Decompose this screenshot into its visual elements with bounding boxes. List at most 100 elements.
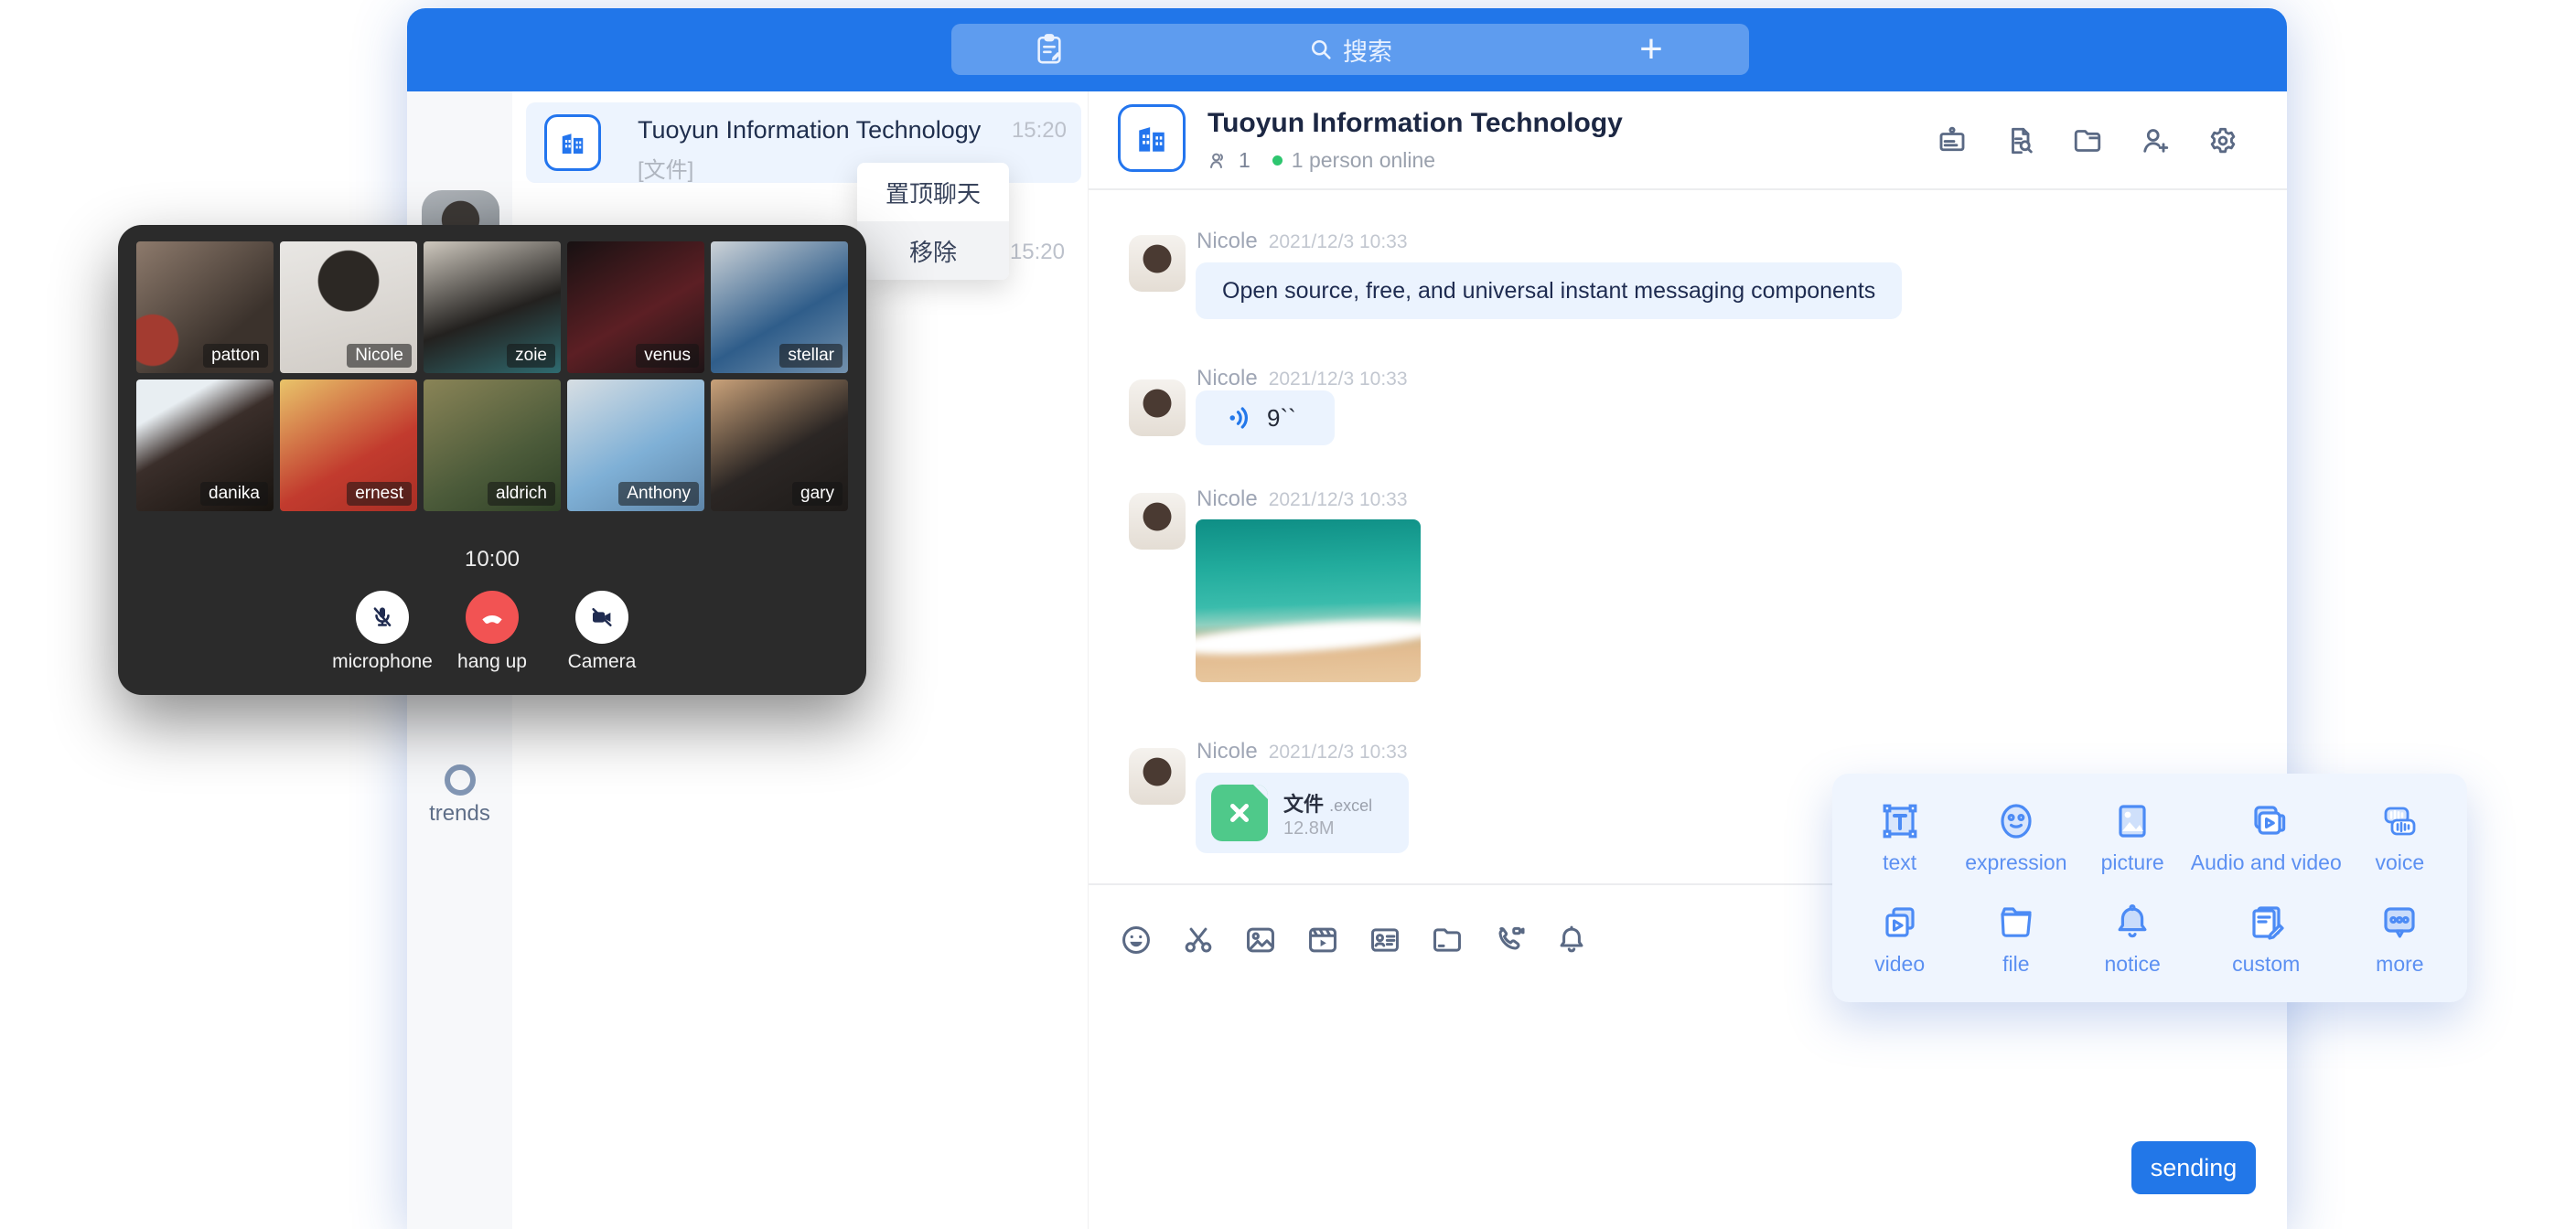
notice-board-icon[interactable]: [1936, 124, 1969, 157]
notification-bell-icon[interactable]: [1553, 922, 1590, 958]
file-icon: [1994, 901, 2038, 945]
popover-item-voice[interactable]: voice: [2342, 786, 2458, 888]
microphone-muted-icon[interactable]: [356, 591, 409, 644]
popover-item-text[interactable]: text: [1841, 786, 1958, 888]
popover-item-picture[interactable]: picture: [2075, 786, 2191, 888]
emoji-icon[interactable]: [1118, 922, 1154, 958]
participant-tile: stellar: [711, 241, 848, 373]
message-time: 2021/12/3 10:33: [1269, 489, 1408, 510]
screenshot-scissors-icon[interactable]: [1180, 922, 1217, 958]
voice-icon: [2377, 799, 2421, 843]
message-type-popover: text expression picture: [1832, 774, 2467, 1002]
sender-name: Nicole: [1197, 739, 1258, 764]
conversation-preview: [文件]: [638, 152, 693, 184]
chat-panel: Tuoyun Information Technology 1 1 person…: [1089, 91, 2287, 1229]
file-size: 12.8M: [1283, 818, 1335, 839]
participant-tile: Nicole: [280, 241, 417, 373]
expression-icon: [1994, 799, 2038, 843]
excel-file-icon: [1211, 785, 1268, 841]
menu-item-pin-chat[interactable]: 置顶聊天: [857, 163, 1009, 221]
file-folder-icon[interactable]: [1429, 922, 1465, 958]
group-avatar: [1118, 104, 1186, 172]
voice-duration: 9``: [1267, 404, 1296, 433]
participant-tile: patton: [136, 241, 274, 373]
file-name: 文件 .excel: [1283, 788, 1372, 818]
participant-name: Anthony: [618, 482, 699, 506]
search-icon: [1308, 37, 1334, 62]
participant-name: gary: [792, 482, 843, 506]
conversation-time: 15:20: [1012, 118, 1067, 144]
call-timer: 10:00: [118, 547, 866, 572]
clipboard-edit-icon[interactable]: [1032, 32, 1067, 67]
hang-up-control[interactable]: hang up: [428, 591, 556, 673]
sender-avatar[interactable]: [1129, 748, 1186, 805]
sender-avatar[interactable]: [1129, 235, 1186, 292]
sender-name: Nicole: [1197, 366, 1258, 390]
participant-tile: venus: [567, 241, 704, 373]
participant-name: stellar: [779, 344, 843, 368]
file-ext: .excel: [1329, 796, 1372, 815]
voice-message-bubble[interactable]: 9``: [1196, 390, 1335, 445]
folder-icon[interactable]: [2071, 124, 2104, 157]
trends-label: trends: [407, 801, 512, 827]
microphone-control[interactable]: microphone: [318, 591, 446, 673]
conversation-context-menu: 置顶聊天 移除: [857, 163, 1009, 280]
video-clapper-icon[interactable]: [1304, 922, 1341, 958]
sender-name: Nicole: [1197, 486, 1258, 511]
picture-icon[interactable]: [1242, 922, 1279, 958]
chat-title: Tuoyun Information Technology: [1208, 108, 1623, 139]
popover-item-expression[interactable]: expression: [1958, 786, 2074, 888]
popover-item-file[interactable]: file: [1958, 888, 2074, 989]
video-call-icon[interactable]: [1491, 922, 1528, 958]
message-meta: Nicole 2021/12/3 10:33: [1197, 486, 1408, 512]
popover-item-custom[interactable]: custom: [2191, 888, 2342, 989]
sender-avatar[interactable]: [1129, 379, 1186, 436]
message-time: 2021/12/3 10:33: [1269, 369, 1408, 390]
message-meta: Nicole2021/12/3 10:33: [1197, 229, 1408, 254]
sender-avatar[interactable]: [1129, 493, 1186, 550]
camera-control[interactable]: Camera: [538, 591, 666, 673]
search-input[interactable]: 搜索: [1308, 32, 1392, 68]
participant-name: Nicole: [347, 344, 412, 368]
popover-item-notice[interactable]: notice: [2075, 888, 2191, 989]
popover-item-video[interactable]: video: [1841, 888, 1958, 989]
contact-card-icon[interactable]: [1367, 922, 1403, 958]
image-message-beach-photo[interactable]: [1196, 519, 1421, 682]
settings-gear-icon[interactable]: [2206, 124, 2239, 157]
camera-off-icon[interactable]: [575, 591, 628, 644]
video-icon: [1878, 901, 1922, 945]
text-icon: [1878, 799, 1922, 843]
online-status: 1 person online: [1292, 148, 1435, 173]
hang-up-icon[interactable]: [466, 591, 519, 644]
text-message-bubble[interactable]: Open source, free, and universal instant…: [1196, 262, 1902, 319]
video-call-overlay: patton Nicole zoie venus stellar danika …: [118, 225, 866, 695]
more-icon: [2377, 901, 2421, 945]
popover-item-more[interactable]: more: [2342, 888, 2458, 989]
online-dot: [1272, 155, 1283, 166]
file-message-bubble[interactable]: 文件 .excel 12.8M: [1196, 773, 1409, 853]
add-button[interactable]: +: [1634, 32, 1669, 67]
participant-tile: Anthony: [567, 379, 704, 511]
participant-name: patton: [203, 344, 268, 368]
trends-icon: [445, 764, 476, 796]
add-member-icon[interactable]: [2139, 124, 2172, 157]
participant-grid: patton Nicole zoie venus stellar danika …: [136, 241, 848, 511]
top-bar: 搜索 +: [407, 8, 2287, 91]
picture-icon: [2110, 799, 2154, 843]
participant-tile: danika: [136, 379, 274, 511]
chat-header-tools: [1936, 124, 2239, 157]
participant-name: danika: [200, 482, 268, 506]
conversation-time: 15:20: [1010, 240, 1065, 265]
custom-icon: [2244, 901, 2288, 945]
menu-item-remove[interactable]: 移除: [857, 221, 1009, 280]
popover-item-audio-video[interactable]: Audio and video: [2191, 786, 2342, 888]
notice-bell-icon: [2110, 901, 2154, 945]
chat-search-icon[interactable]: [2003, 124, 2036, 157]
send-button[interactable]: sending: [2131, 1141, 2256, 1194]
nav-item-trends[interactable]: trends: [407, 764, 512, 827]
message-time: 2021/12/3 10:33: [1269, 742, 1408, 763]
participant-name: aldrich: [488, 482, 555, 506]
sender-name: Nicole: [1197, 229, 1258, 253]
search-bar[interactable]: 搜索 +: [951, 24, 1749, 75]
voice-wave-icon: [1227, 404, 1254, 432]
